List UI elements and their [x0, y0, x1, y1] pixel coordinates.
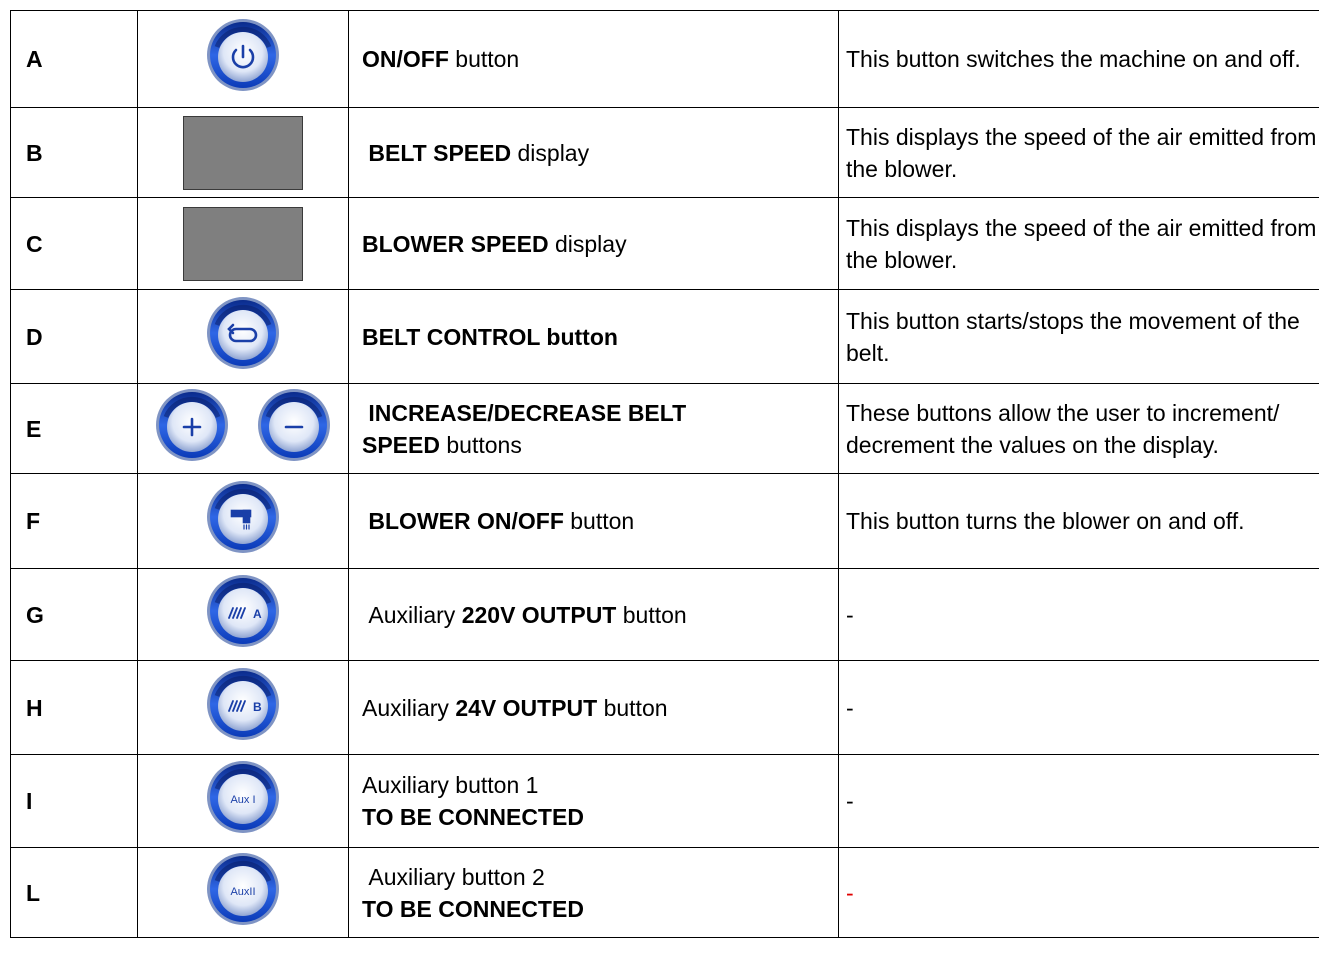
control-description: This button starts/stops the movement of…: [838, 289, 1319, 384]
heater-a-icon-wrapper: A: [205, 573, 281, 649]
control-name-bold: ON/OFF: [362, 46, 449, 72]
control-description: This button turns the blower on and off.: [838, 473, 1319, 569]
heater-b-icon-wrapper: B: [205, 666, 281, 742]
control-name: Auxiliary button 1 TO BE CONNECTED: [348, 754, 839, 848]
row-letter: F: [10, 473, 138, 569]
row-letter: B: [10, 107, 138, 198]
control-name-bold: BELT SPEED: [362, 139, 512, 166]
control-name-bold: BLOWER ON/OFF: [362, 508, 564, 534]
icon-letter: A: [253, 607, 262, 621]
aux-1-icon-wrapper: Aux I: [205, 759, 281, 835]
control-name-bold: TO BE CONNECTED: [362, 895, 584, 922]
heater-a-icon: A: [207, 574, 279, 647]
control-name: Auxiliary button 2 TO BE CONNECTED: [348, 847, 839, 938]
table-row: F BLOWER ON/OFF button This button turns …: [10, 473, 1319, 569]
belt-loop-icon: [207, 296, 279, 369]
row-icon-cell: [137, 473, 349, 569]
control-name-text: button: [616, 601, 687, 628]
control-description: This displays the speed of the air emitt…: [838, 107, 1319, 198]
icon-label: Aux I: [230, 794, 255, 806]
control-name-bold: INCREASE/DECREASE BELT: [362, 399, 687, 426]
table-row: A ON/OFF button This button switches the m…: [10, 10, 1319, 108]
heater-b-icon: B: [207, 667, 279, 740]
row-icon-cell: AuxII: [137, 847, 349, 938]
control-name: ON/OFF button: [348, 10, 839, 108]
aux-1-icon: Aux I: [207, 761, 279, 833]
icon-letter: B: [253, 700, 262, 714]
control-name: BELT CONTROL button: [348, 289, 839, 384]
row-icon-cell: [137, 289, 349, 384]
row-letter: E: [10, 383, 138, 474]
row-letter: A: [10, 10, 138, 108]
row-icon-cell: A: [137, 568, 349, 661]
row-icon-cell: [137, 107, 349, 198]
control-name-text: Auxiliary button 1: [362, 772, 539, 798]
power-icon-wrapper: [205, 17, 281, 93]
table-row: L AuxII Auxiliary button 2 TO BE CONNECTED…: [10, 847, 1319, 938]
control-description: These buttons allow the user to incremen…: [838, 383, 1319, 474]
control-name: BLOWER ON/OFF button: [348, 473, 839, 569]
control-name-text: button: [563, 508, 635, 534]
blower-icon: [207, 481, 279, 553]
table-row: B BELT SPEED display This displays the sp…: [10, 107, 1319, 198]
control-name-bold: BELT CONTROL button: [362, 323, 618, 350]
row-icon-cell: [137, 383, 349, 474]
control-name: INCREASE/DECREASE BELT SPEED buttons: [348, 383, 839, 474]
control-name: BELT SPEED display: [348, 107, 839, 198]
icon-label: AuxII: [230, 886, 255, 898]
row-icon-cell: Aux I: [137, 754, 349, 848]
controls-table: A ON/OFF button This button switches the m…: [10, 10, 1319, 938]
display-panel: [183, 206, 303, 281]
power-icon: [207, 19, 279, 91]
row-letter: L: [10, 847, 138, 938]
row-icon-cell: [137, 10, 349, 108]
control-description: -: [838, 568, 1319, 661]
table-row: GA Auxiliary 220V OUTPUT button -: [10, 568, 1319, 661]
control-name-bold: 24V OUTPUT: [455, 694, 598, 721]
control-name: Auxiliary 24V OUTPUT button: [348, 660, 839, 755]
belt-loop-icon-wrapper: [205, 295, 281, 371]
row-letter: H: [10, 660, 138, 755]
control-description: -: [838, 847, 1319, 938]
row-icon-cell: B: [137, 660, 349, 755]
row-icon-cell: [137, 197, 349, 290]
row-letter: G: [10, 568, 138, 661]
table-row: I Aux I Auxiliary button 1 TO BE CONNECTED -: [10, 754, 1319, 848]
plus-minus-icons: [154, 387, 332, 463]
blower-icon-wrapper: [205, 479, 281, 555]
controls-table-body: A ON/OFF button This button switches the m…: [10, 10, 1319, 938]
control-name-text: buttons: [439, 431, 522, 458]
control-name-text: button: [597, 694, 668, 721]
control-name-text: display: [511, 139, 590, 166]
table-row: H B Auxiliary 24V OUTPUT button -: [10, 660, 1319, 755]
table-row: D BELT CONTROL button This button starts/s…: [10, 289, 1319, 384]
display-panel: [183, 115, 303, 190]
control-description: -: [838, 754, 1319, 848]
control-name-bold: SPEED: [362, 431, 440, 458]
control-name-bold: 220V OUTPUT: [461, 601, 617, 628]
control-name-bold: BLOWER SPEED: [362, 230, 549, 257]
plus-icon: [156, 388, 228, 461]
control-name-text: Auxiliary: [362, 601, 462, 628]
control-name-text: display: [548, 230, 627, 257]
control-description: This displays the speed of the air emitt…: [838, 197, 1319, 290]
control-description: -: [838, 660, 1319, 755]
control-name-text: Auxiliary button 2: [362, 863, 545, 890]
aux-2-icon-wrapper: AuxII: [205, 851, 281, 927]
control-description: This button switches the machine on and …: [838, 10, 1319, 108]
row-letter: C: [10, 197, 138, 290]
row-letter: I: [10, 754, 138, 848]
control-name-bold: TO BE CONNECTED: [362, 804, 584, 830]
row-letter: D: [10, 289, 138, 384]
table-row: C BLOWER SPEED display This displays the s…: [10, 197, 1319, 290]
control-name: Auxiliary 220V OUTPUT button: [348, 568, 839, 661]
control-name: BLOWER SPEED display: [348, 197, 839, 290]
control-name-text: button: [448, 46, 520, 72]
control-name-text: Auxiliary: [362, 694, 456, 721]
table-row: E INCREASE/DECREASE BELT SPEED buttons The…: [10, 383, 1319, 474]
minus-icon: [258, 388, 330, 461]
aux-2-icon: AuxII: [207, 852, 279, 925]
